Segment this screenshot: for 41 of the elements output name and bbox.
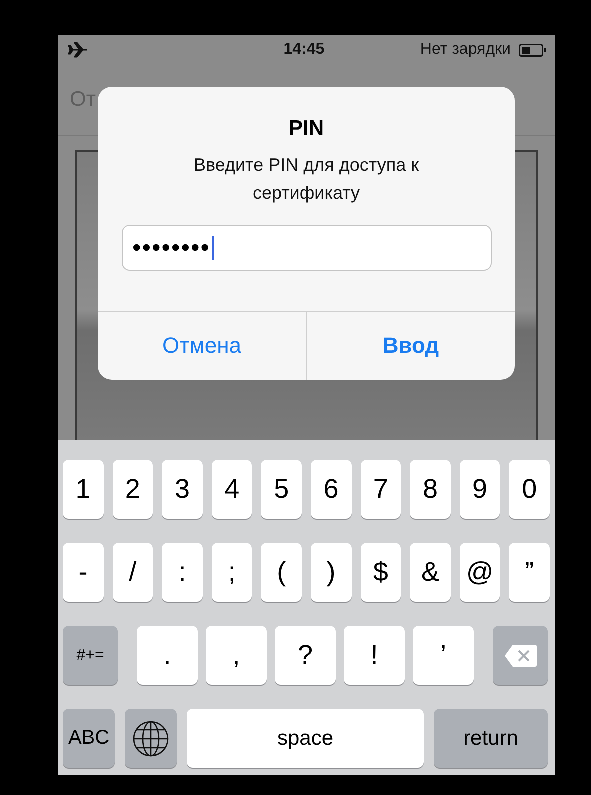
keyboard-key[interactable]: .: [137, 626, 198, 685]
keyboard-key[interactable]: !: [344, 626, 405, 685]
keyboard-key[interactable]: @: [460, 543, 500, 602]
keyboard-key[interactable]: 9: [460, 460, 500, 519]
charging-status: Нет зарядки: [420, 41, 511, 59]
keyboard-key[interactable]: ): [310, 543, 352, 602]
alert-message: Введите PIN для доступа к сертификату: [193, 154, 420, 205]
backspace-icon: [504, 644, 538, 668]
keyboard-key[interactable]: 5: [261, 460, 302, 519]
keyboard-key[interactable]: ’: [413, 626, 474, 685]
keyboard-key[interactable]: ;: [212, 543, 252, 602]
keyboard-key[interactable]: ,: [206, 626, 267, 685]
keyboard-key[interactable]: #+=: [63, 626, 118, 685]
keyboard-key[interactable]: 2: [112, 460, 154, 519]
keyboard-key[interactable]: ABC: [63, 709, 115, 768]
keyboard-key[interactable]: $: [360, 543, 402, 602]
keyboard-key[interactable]: /: [112, 543, 154, 602]
keyboard-key[interactable]: -: [63, 543, 104, 602]
keyboard-key[interactable]: ”: [509, 543, 550, 602]
keyboard-key[interactable]: &: [410, 543, 451, 602]
enter-button[interactable]: Ввод: [306, 312, 515, 380]
keyboard-key[interactable]: 7: [360, 460, 402, 519]
keyboard-key[interactable]: 0: [509, 460, 550, 519]
globe-icon: [132, 720, 170, 758]
airplane-icon: [68, 42, 88, 58]
keyboard-key[interactable]: (: [261, 543, 302, 602]
keyboard-key[interactable]: 1: [63, 460, 104, 519]
globe-key[interactable]: [125, 709, 177, 768]
status-time: 14:45: [282, 41, 325, 59]
keyboard-key[interactable]: ?: [275, 626, 336, 685]
space-key[interactable]: space: [187, 709, 424, 768]
alert-title: PIN: [288, 117, 324, 141]
keyboard-key[interactable]: :: [162, 543, 203, 602]
cancel-button[interactable]: Отмена: [98, 312, 306, 380]
battery-icon: [518, 44, 547, 56]
keyboard-key[interactable]: 6: [310, 460, 352, 519]
keyboard-key[interactable]: 4: [212, 460, 252, 519]
keyboard-key[interactable]: return: [434, 709, 548, 768]
pin-field[interactable]: ••••••••: [122, 225, 492, 271]
keyboard-key[interactable]: 3: [162, 460, 203, 519]
keyboard-key[interactable]: 8: [410, 460, 451, 519]
